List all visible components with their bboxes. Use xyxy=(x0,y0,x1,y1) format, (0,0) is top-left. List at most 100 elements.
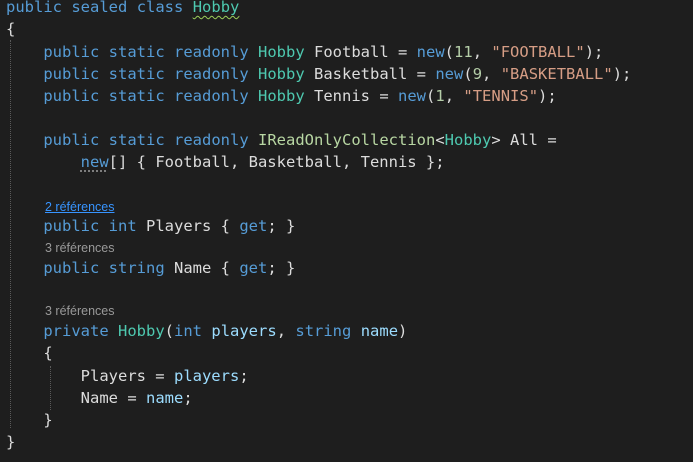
code-line-4[interactable]: public static readonly Hobby Basketball … xyxy=(6,63,631,85)
token-parameter: name xyxy=(145,389,184,407)
token-keyword: get xyxy=(239,259,268,277)
token-type: Hobby xyxy=(258,65,305,83)
token-keyword: static xyxy=(108,131,165,149)
token-keyword: sealed xyxy=(71,0,128,16)
token-plain: ( xyxy=(463,65,473,83)
token-plain: ); xyxy=(584,43,604,61)
token-plain: Players = xyxy=(6,367,174,385)
code-line-ctor-name[interactable]: Name = name; xyxy=(6,387,193,409)
token-plain: Name { xyxy=(164,259,240,277)
token-plain: > All = xyxy=(491,131,557,149)
token-interface: IReadOnlyCollection xyxy=(258,131,436,149)
token-keyword: readonly xyxy=(174,131,249,149)
code-editor[interactable]: public sealed class Hobby { public stati… xyxy=(0,0,693,462)
token-keyword: readonly xyxy=(174,65,249,83)
token-keyword: private xyxy=(43,322,109,340)
code-line-1[interactable]: public sealed class Hobby xyxy=(6,0,239,18)
token-keyword: class xyxy=(136,0,184,16)
token-keyword: static xyxy=(108,87,165,105)
code-line-ctor-open[interactable]: { xyxy=(6,342,53,364)
token-keyword: new xyxy=(435,65,464,83)
code-line-2[interactable]: { xyxy=(6,18,15,40)
token-keyword: public xyxy=(43,43,100,61)
token-keyword: public xyxy=(43,131,100,149)
token-plain: } xyxy=(6,411,53,429)
code-line-7[interactable]: new[] { Football, Basketball, Tennis }; xyxy=(6,151,445,173)
token-string: "FOOTBALL" xyxy=(491,43,585,61)
codelens-name-references[interactable]: 3 références xyxy=(45,240,114,256)
token-number: 1 xyxy=(435,87,445,105)
token-parameter: players xyxy=(211,322,277,340)
codelens-ctor-references[interactable]: 3 références xyxy=(45,303,114,319)
token-string: "BASKETBALL" xyxy=(500,65,613,83)
token-plain: ; xyxy=(183,389,193,407)
code-line-ctor-close[interactable]: } xyxy=(6,409,53,431)
code-line-3[interactable]: public static readonly Hobby Football = … xyxy=(6,41,603,63)
token-keyword: string xyxy=(108,259,165,277)
token-plain: ( xyxy=(164,322,175,340)
token-plain: ( xyxy=(426,87,436,105)
token-plain: , xyxy=(482,65,501,83)
token-keyword: public xyxy=(6,0,62,16)
code-line-6[interactable]: public static readonly IReadOnlyCollecti… xyxy=(6,129,557,151)
token-type: Hobby xyxy=(258,87,305,105)
token-plain: { xyxy=(6,20,16,38)
token-parameter: players xyxy=(173,367,240,385)
token-plain: } xyxy=(6,433,16,451)
token-keyword: readonly xyxy=(174,43,249,61)
code-line-class-close[interactable]: } xyxy=(6,431,15,453)
code-line-ctor[interactable]: private Hobby(int players, string name) xyxy=(6,320,407,342)
token-parameter: name xyxy=(360,322,399,340)
token-keyword: public xyxy=(43,65,100,83)
token-keyword: public xyxy=(43,259,100,277)
code-line-players[interactable]: public int Players { get; } xyxy=(6,215,295,237)
token-plain: , xyxy=(444,87,464,105)
token-keyword: new xyxy=(416,43,445,61)
token-string: "TENNIS" xyxy=(463,87,539,105)
token-keyword: readonly xyxy=(174,87,249,105)
token-plain: ); xyxy=(538,87,557,105)
token-keyword: public xyxy=(43,87,100,105)
token-plain: < xyxy=(435,131,445,149)
codelens-players-references[interactable]: 2 références xyxy=(45,199,114,215)
token-plain: Name = xyxy=(6,389,146,407)
token-plain: Football = xyxy=(304,43,417,61)
token-plain: , xyxy=(276,322,296,340)
code-line-5[interactable]: public static readonly Hobby Tennis = ne… xyxy=(6,85,557,107)
token-plain: Basketball = xyxy=(304,65,436,83)
token-type: Hobby xyxy=(192,0,240,16)
token-keyword: string xyxy=(295,322,352,340)
code-line-name[interactable]: public string Name { get; } xyxy=(6,257,295,279)
token-number: 11 xyxy=(454,43,473,61)
token-type: Hobby xyxy=(118,322,165,340)
token-plain: { xyxy=(6,344,53,362)
token-keyword: new xyxy=(80,153,109,171)
code-line-ctor-players[interactable]: Players = players; xyxy=(6,365,249,387)
token-type: Hobby xyxy=(444,131,492,149)
token-keyword: int xyxy=(174,322,203,340)
token-number: 9 xyxy=(472,65,483,83)
